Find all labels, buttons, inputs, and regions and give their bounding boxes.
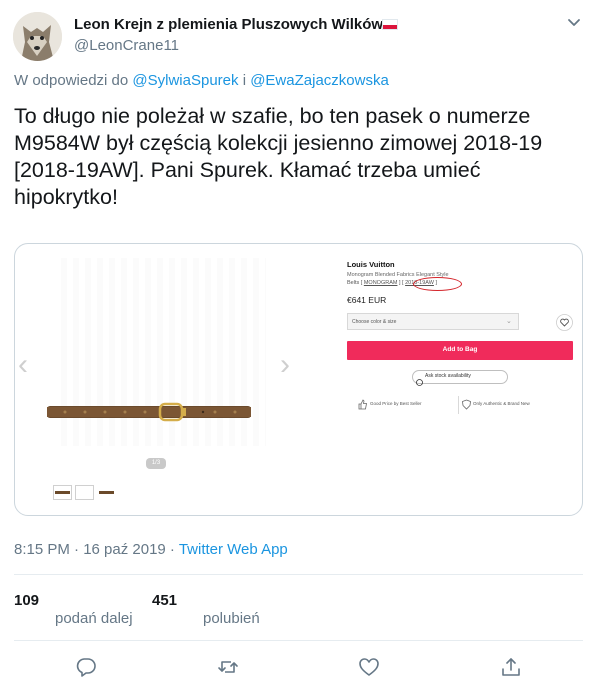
belt-image — [45, 399, 255, 425]
prev-image-icon: ‹ — [18, 348, 28, 381]
thumbnail-1 — [53, 485, 72, 500]
color-size-select-label: Choose color & size — [352, 319, 397, 325]
thumbnail-3 — [97, 485, 116, 500]
next-image-icon: › — [280, 348, 290, 381]
tweet-timestamp[interactable]: 8:15 PM · 16 paź 2019 · — [14, 541, 179, 558]
select-chevron-icon: ⌄ — [506, 318, 512, 325]
heart-icon — [556, 314, 573, 331]
reply-mention-2[interactable]: @EwaZajaczkowska — [250, 72, 389, 89]
like-icon[interactable] — [358, 656, 380, 678]
retweets-label[interactable]: podań dalej — [55, 610, 133, 627]
retweets-count[interactable]: 109 — [14, 592, 39, 609]
tweet-image[interactable]: ‹ › 1/3 Louis Vuitton Monogram Blended F… — [14, 243, 583, 516]
highlight-circle — [413, 277, 462, 291]
likes-count[interactable]: 451 — [152, 592, 177, 609]
shield-icon — [461, 397, 472, 410]
thumbnail-2 — [75, 485, 94, 500]
poland-flag-icon — [382, 19, 398, 30]
product-brand: Louis Vuitton — [347, 260, 395, 269]
divider — [14, 574, 583, 575]
reply-prefix: W odpowiedzi do — [14, 72, 129, 89]
category-belts: Belts — [347, 280, 360, 286]
image-pager: 1/3 — [146, 458, 166, 469]
display-name[interactable]: Leon Krejn z plemienia Pluszowych Wilków — [74, 16, 383, 33]
tweet-text: To długo nie poleżał w szafie, bo ten pa… — [14, 104, 543, 209]
divider — [14, 640, 583, 641]
share-icon[interactable] — [500, 656, 522, 678]
thumbs-up-icon — [357, 397, 368, 410]
likes-label[interactable]: polubień — [203, 610, 260, 627]
retweet-icon[interactable] — [217, 656, 239, 678]
user-handle[interactable]: @LeonCrane11 — [74, 37, 179, 54]
good-price-note: Good Price by Best Seller — [370, 401, 422, 406]
stock-availability-label: Ask stock availability — [425, 373, 471, 379]
avatar[interactable] — [13, 12, 62, 61]
reply-context: W odpowiedzi do @SylwiaSpurek i @EwaZaja… — [14, 72, 389, 89]
add-to-bag-label: Add to Bag — [442, 346, 478, 353]
authentic-note: Only Authentic & Brand New — [473, 401, 530, 406]
reply-mention-1[interactable]: @SylwiaSpurek — [132, 72, 238, 89]
chat-bubble-icon — [416, 373, 423, 386]
chevron-down-icon[interactable] — [566, 14, 582, 30]
reply-joiner: i — [242, 72, 247, 89]
tweet-metadata: 8:15 PM · 16 paź 2019 · Twitter Web App — [14, 541, 288, 558]
category-monogram: MONOGRAM — [363, 280, 398, 286]
reply-icon[interactable] — [75, 656, 97, 678]
source-app-link[interactable]: Twitter Web App — [179, 541, 288, 558]
product-price: €641 EUR — [347, 295, 387, 305]
separator — [458, 396, 459, 414]
